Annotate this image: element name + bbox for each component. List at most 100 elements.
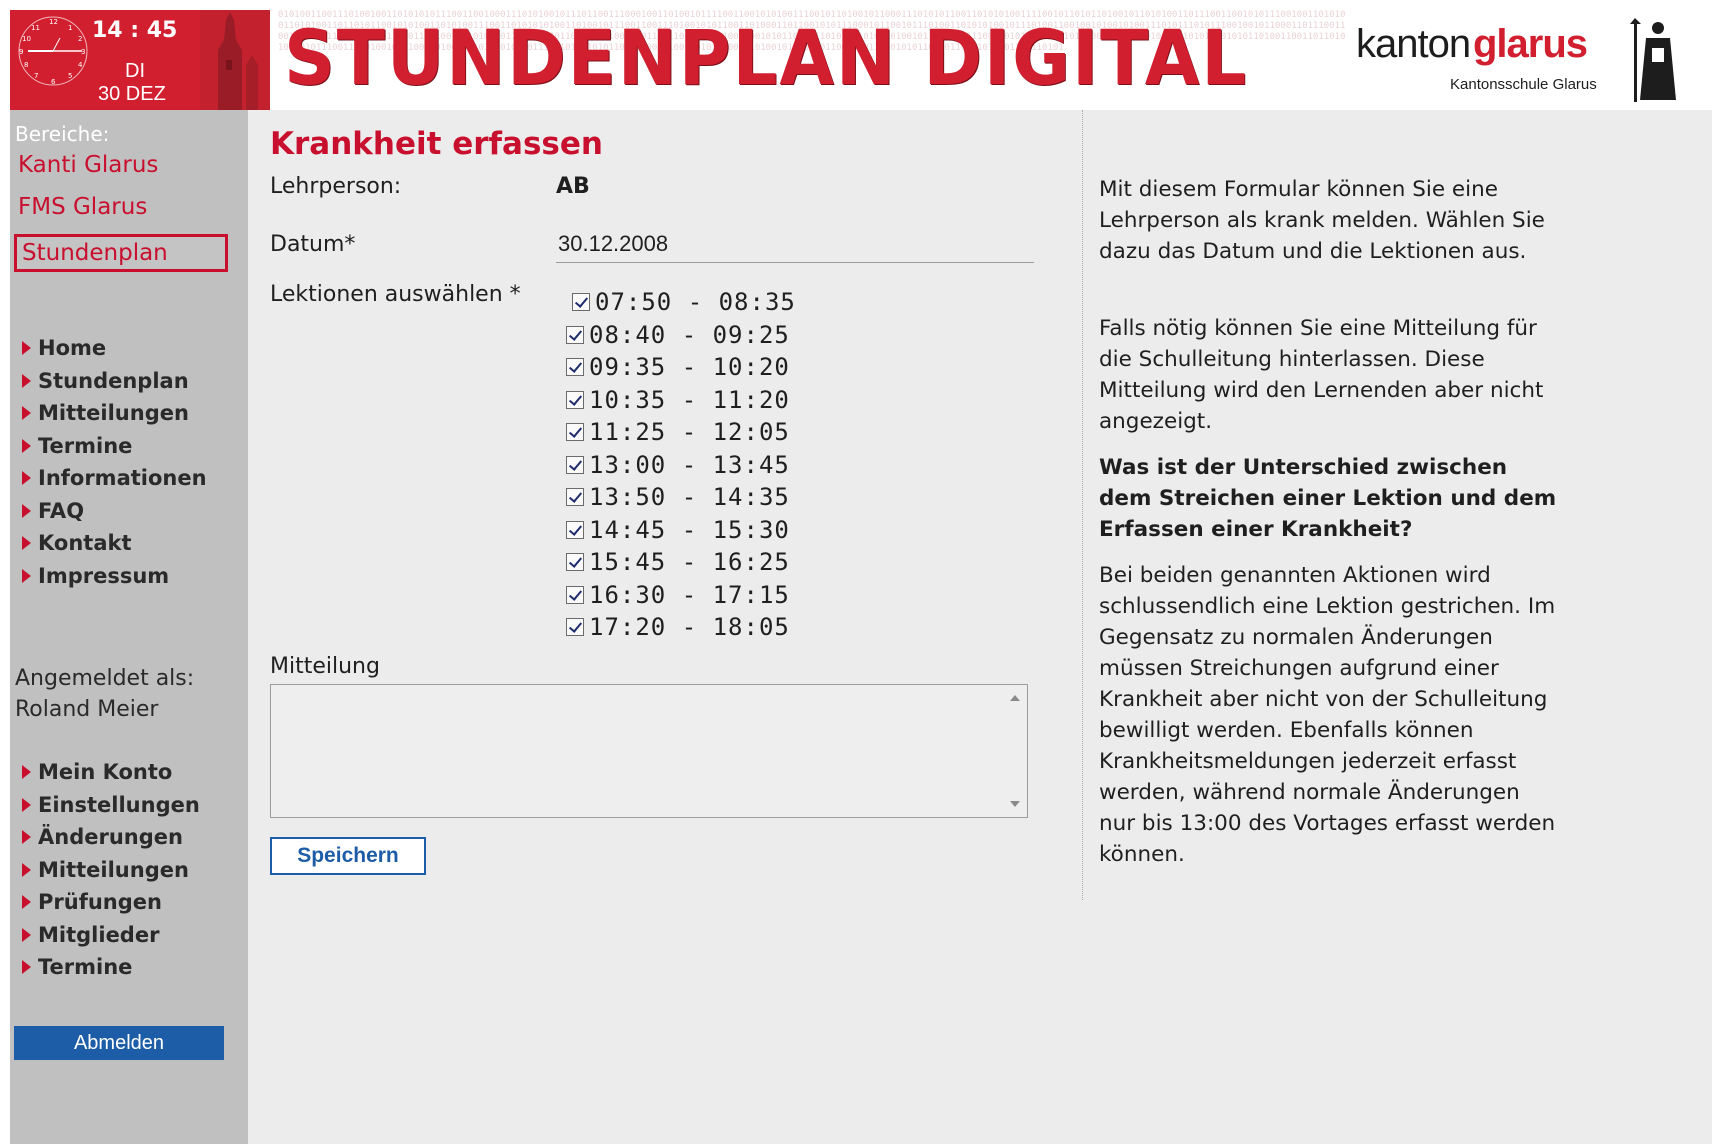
triangle-bullet-icon — [22, 438, 31, 453]
logout-button[interactable]: Abmelden — [14, 1026, 224, 1060]
scroll-down-arrow-icon[interactable] — [1010, 801, 1020, 807]
lesson-label: 08:40 - 09:25 — [589, 320, 790, 349]
nav-item-label: FAQ — [38, 498, 85, 523]
nav-item-faq[interactable]: FAQ — [22, 495, 207, 528]
checkbox-checked-icon[interactable] — [566, 520, 584, 539]
lesson-label: 11:25 - 12:05 — [589, 418, 790, 447]
triangle-bullet-icon — [22, 471, 31, 486]
lesson-option[interactable]: 15:45 - 16:25 — [566, 546, 796, 579]
nav-item-mitglieder[interactable]: Mitglieder — [22, 919, 200, 952]
lesson-label: 10:35 - 11:20 — [589, 385, 790, 414]
clock-date: 30 DEZ — [98, 83, 166, 105]
nav-item-label: Mitteilungen — [38, 401, 189, 426]
svg-text:10: 10 — [22, 35, 31, 43]
nav-item-kontakt[interactable]: Kontakt — [22, 527, 207, 560]
main-navigation: Home Stundenplan Mitteilungen Termine In… — [22, 332, 207, 592]
message-label: Mitteilung — [270, 654, 380, 679]
brand-name-kanton: kanton — [1356, 22, 1471, 66]
page-title: Krankheit erfassen — [270, 126, 603, 162]
lesson-option[interactable]: 16:30 - 17:15 — [566, 579, 796, 612]
nav-item-home[interactable]: Home — [22, 332, 207, 365]
analog-clock-icon: 12 12 3 45 6 78 9 1011 — [18, 16, 88, 86]
lesson-option[interactable]: 08:40 - 09:25 — [566, 319, 796, 352]
brand-name-glarus: glarus — [1473, 22, 1588, 66]
nav-item-mitteilungen[interactable]: Mitteilungen — [22, 397, 207, 430]
lesson-label: 16:30 - 17:15 — [589, 580, 790, 609]
lesson-option[interactable]: 09:35 - 10:20 — [566, 351, 796, 384]
help-question: Was ist der Unterschied zwischen dem Str… — [1099, 455, 1557, 542]
triangle-bullet-icon — [22, 373, 31, 388]
checkbox-checked-icon[interactable] — [566, 390, 584, 409]
lesson-label: 15:45 - 16:25 — [589, 548, 790, 577]
nav-item-aenderungen[interactable]: Änderungen — [22, 821, 200, 854]
svg-text:11: 11 — [31, 24, 40, 32]
save-button[interactable]: Speichern — [270, 837, 426, 875]
nav-item-informationen[interactable]: Informationen — [22, 462, 207, 495]
kanton-glarus-logo: kanton glarus Kantonsschule Glarus — [1350, 10, 1712, 110]
checkbox-checked-icon[interactable] — [566, 553, 584, 572]
account-navigation: Mein Konto Einstellungen Änderungen Mitt… — [22, 756, 200, 984]
checkbox-checked-icon[interactable] — [566, 585, 584, 604]
nav-item-label: Termine — [38, 433, 133, 458]
svg-text:5: 5 — [68, 72, 72, 80]
nav-item-mitteilungen-account[interactable]: Mitteilungen — [22, 854, 200, 887]
scroll-up-arrow-icon[interactable] — [1010, 695, 1020, 701]
lessons-label: Lektionen auswählen * — [270, 282, 521, 307]
lesson-option[interactable]: 10:35 - 11:20 — [566, 384, 796, 417]
nav-item-pruefungen[interactable]: Prüfungen — [22, 886, 200, 919]
nav-item-label: Kontakt — [38, 531, 132, 556]
nav-item-label: Einstellungen — [38, 792, 200, 817]
checkbox-checked-icon[interactable] — [566, 618, 584, 637]
checkbox-checked-icon[interactable] — [566, 358, 584, 377]
date-field[interactable] — [556, 226, 1034, 263]
nav-item-stundenplan[interactable]: Stundenplan — [22, 365, 207, 398]
lesson-option[interactable]: 13:50 - 14:35 — [566, 481, 796, 514]
checkbox-checked-icon[interactable] — [566, 455, 584, 474]
areas-label: Bereiche: — [15, 122, 110, 146]
lesson-option[interactable]: 13:00 - 13:45 — [566, 449, 796, 482]
help-paragraph: Falls nötig können Sie eine Mitteilung f… — [1099, 316, 1544, 434]
checkbox-checked-icon[interactable] — [572, 293, 590, 312]
lesson-option[interactable]: 17:20 - 18:05 — [566, 611, 796, 644]
clock-time: 14 : 45 — [92, 18, 178, 43]
banner: 0101001100111010010011010101011100110010… — [278, 10, 1348, 110]
lesson-option[interactable]: 14:45 - 15:30 — [566, 514, 796, 547]
teacher-value: AB — [556, 174, 590, 199]
area-link-label: Stundenplan — [22, 240, 168, 266]
checkbox-checked-icon[interactable] — [566, 488, 584, 507]
teacher-label: Lehrperson: — [270, 174, 402, 199]
nav-item-impressum[interactable]: Impressum — [22, 560, 207, 593]
lesson-option[interactable]: 11:25 - 12:05 — [566, 416, 796, 449]
area-link-fms-glarus[interactable]: FMS Glarus — [18, 194, 147, 220]
area-link-kanti-glarus[interactable]: Kanti Glarus — [18, 152, 158, 178]
lessons-list: 07:50 - 08:35 08:40 - 09:25 09:35 - 10:2… — [566, 286, 796, 644]
triangle-bullet-icon — [22, 960, 31, 975]
nav-item-label: Impressum — [38, 563, 170, 588]
svg-text:3: 3 — [81, 48, 85, 56]
nav-item-termine-account[interactable]: Termine — [22, 951, 200, 984]
triangle-bullet-icon — [22, 765, 31, 780]
svg-text:4: 4 — [78, 61, 83, 69]
lesson-label: 13:00 - 13:45 — [589, 450, 790, 479]
area-link-stundenplan[interactable]: Stundenplan — [14, 234, 228, 272]
message-scrollbar[interactable] — [1006, 685, 1026, 817]
triangle-bullet-icon — [22, 503, 31, 518]
nav-item-label: Änderungen — [38, 825, 183, 850]
help-paragraph: Bei beiden genannten Aktionen wird schlu… — [1099, 563, 1556, 867]
lesson-label: 07:50 - 08:35 — [595, 288, 796, 317]
svg-text:6: 6 — [51, 78, 56, 86]
checkbox-checked-icon[interactable] — [566, 325, 584, 344]
svg-text:7: 7 — [34, 72, 38, 80]
lesson-label: 09:35 - 10:20 — [589, 353, 790, 382]
nav-item-termine[interactable]: Termine — [22, 430, 207, 463]
nav-item-label: Prüfungen — [38, 890, 162, 915]
saint-fridolin-icon — [1630, 18, 1676, 102]
nav-item-mein-konto[interactable]: Mein Konto — [22, 756, 200, 789]
message-textarea[interactable] — [270, 684, 1028, 818]
nav-item-einstellungen[interactable]: Einstellungen — [22, 789, 200, 822]
lesson-option[interactable]: 07:50 - 08:35 — [572, 286, 796, 319]
triangle-bullet-icon — [22, 406, 31, 421]
svg-text:1: 1 — [68, 24, 72, 32]
triangle-bullet-icon — [22, 568, 31, 583]
checkbox-checked-icon[interactable] — [566, 423, 584, 442]
